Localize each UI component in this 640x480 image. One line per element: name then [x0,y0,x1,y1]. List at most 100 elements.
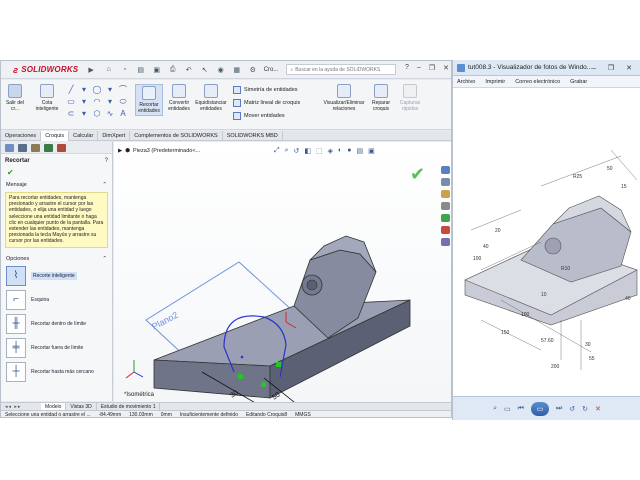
polygon-icon[interactable]: ⬡ [91,108,103,119]
pv-titlebar: tut008.3 - Visualizador de fotos de Wind… [453,60,640,76]
command-tabs: Operaciones Croquis Calcular DimXpert Co… [1,131,451,141]
delete-icon[interactable]: ✕ [595,405,601,413]
option-smart-trim[interactable]: ⌇ Recorte inteligente [1,264,112,288]
exit-sketch-button[interactable]: Salir del cr... [5,84,25,112]
print-icon[interactable]: ⎙ [168,66,178,74]
tab-navigation-icon[interactable]: ◂◂ ▸▸ [1,404,41,410]
circle-icon[interactable]: ◯ [91,84,103,95]
fillet-icon[interactable]: ⌒ [117,84,129,95]
menu-imprimir[interactable]: Imprimir [485,79,505,85]
dimxpert-icon[interactable] [44,144,53,152]
dropdown-icon[interactable]: ▾ [78,84,90,95]
offset-label: Equidistanciar entidades [195,100,227,112]
tab-calcular[interactable]: Calcular [69,131,99,141]
tab-operaciones[interactable]: Operaciones [1,131,42,141]
sketch-point-2[interactable] [276,362,281,367]
tab-croquis[interactable]: Croquis [41,131,70,141]
menu-arrow-icon[interactable]: ▶ [88,66,93,74]
photo-viewer-icon [457,63,465,72]
quick-snaps-button[interactable]: Capturas rápidas [397,84,423,112]
collapse-icon[interactable]: ⌃ [102,182,107,188]
pv-menubar: Archivo Imprimir Correo electrónico Grab… [453,76,640,88]
arc-icon[interactable]: ◠ [91,96,103,107]
zoom-icon[interactable]: ⌕ [493,405,497,413]
option-trim-closest[interactable]: ┼ Recortar hasta más cercano [1,360,112,384]
trim-entities-button[interactable]: Recortar entidades [135,84,163,116]
help-icon[interactable]: ? [405,64,409,72]
slot-icon[interactable]: ⊂ [65,108,77,119]
status-bar: Seleccione una entidad o arrastre el ...… [1,410,451,417]
menu-archivo[interactable]: Archivo [457,79,475,85]
ok-check-icon[interactable]: ✔ [1,168,112,178]
offset-entities-button[interactable]: Equidistanciar entidades [193,84,229,112]
rotate-right-icon[interactable]: ↻ [582,405,588,413]
solidworks-logo[interactable]: ƨ SOLIDWORKS [13,65,78,75]
feature-tree-icon[interactable] [5,144,14,152]
pv-title: tut008.3 - Visualizador de fotos de Wind… [468,64,593,71]
option-trim-outside[interactable]: ╪ Recortar fuera de límite [1,336,112,360]
menu-correo[interactable]: Correo electrónico [515,79,560,85]
rebuild-icon[interactable]: ◉ [216,66,226,74]
mirror-entities-button[interactable]: Simetría de entidades [233,86,298,94]
tab-complementos[interactable]: Complementos de SOLIDWORKS [130,131,223,141]
option-corner[interactable]: ⌐ Esquina [1,288,112,312]
dropdown-icon-3[interactable]: ▾ [78,96,90,107]
rotate-left-icon[interactable]: ↺ [569,405,575,413]
ellipse-icon[interactable]: ⬭ [117,96,129,107]
options-icon[interactable]: ▦ [232,66,242,74]
undo-icon[interactable]: ↶ [184,66,194,74]
status-units[interactable]: MMGS [291,412,315,417]
linear-pattern-icon [233,99,241,107]
svg-text:55: 55 [589,356,595,362]
pv-window-controls[interactable]: – ❐ ✕ [592,64,637,72]
help-search-input[interactable]: ⌕ Buscar en la ayuda de SOLIDWORKS [286,64,397,75]
smart-dimension-button[interactable]: Cota inteligente [31,84,63,112]
repair-sketch-button[interactable]: Reparar croquis [369,84,393,112]
line-icon[interactable]: ╱ [65,84,77,95]
settings-icon[interactable]: ⚙ [248,66,258,74]
property-manager-icon[interactable] [18,144,27,152]
dropdown-icon-5[interactable]: ▾ [78,108,90,119]
option-label: Recortar dentro de límite [31,320,87,327]
menu-grabar[interactable]: Grabar [570,79,587,85]
previous-icon[interactable]: ⏮ [518,405,524,413]
display-manager-icon[interactable] [57,144,66,152]
rectangle-icon[interactable]: ▭ [65,96,77,107]
linear-pattern-button[interactable]: Matriz lineal de croquis [233,99,300,107]
help-button[interactable]: ? [105,158,108,164]
next-icon[interactable]: ⏭ [556,405,562,413]
home-icon[interactable]: ⌂ [104,66,114,74]
maximize-button[interactable]: ❐ [429,64,435,72]
sketch-point[interactable] [238,374,243,379]
tab-dimxpert[interactable]: DimXpert [98,131,131,141]
dropdown-icon-2[interactable]: ▾ [104,84,116,95]
minimize-button[interactable]: – [417,64,421,72]
options-section-header[interactable]: Opciones ⌃ [1,252,112,264]
save-icon[interactable]: ▣ [152,66,162,74]
config-manager-icon[interactable] [31,144,40,152]
sketch-point-3[interactable] [261,382,266,387]
confirm-check-icon[interactable]: ✔ [410,164,425,185]
tab-mbd[interactable]: SOLIDWORKS MBD [223,131,283,141]
message-section-header[interactable]: Mensaje ⌃ [1,178,112,190]
graphics-area[interactable]: ▶ ⬢ Pieza3 (Predeterminado<... ⤢ ⌕ ↺ ◧ ⬚… [114,142,451,402]
quick-snaps-label: Capturas rápidas [399,100,421,112]
message-box: Para recortar entidades, mantenga presio… [5,192,108,248]
option-trim-inside[interactable]: ╫ Recortar dentro de límite [1,312,112,336]
slideshow-button[interactable]: ▭ [530,401,549,416]
open-icon[interactable]: ▤ [136,66,146,74]
close-button[interactable]: ✕ [443,64,449,72]
collapse-icon-2[interactable]: ⌃ [102,256,107,262]
display-delete-relations-button[interactable]: Visualizar/Eliminar relaciones [319,84,369,112]
convert-entities-button[interactable]: Convertir entidades [165,84,193,112]
window-controls: ? – ❐ ✕ [405,64,449,72]
actual-size-icon[interactable]: ▭ [504,405,511,413]
spline-icon[interactable]: ∿ [104,108,116,119]
select-icon[interactable]: ↖ [200,66,210,74]
option-label: Esquina [31,296,50,303]
move-entities-button[interactable]: Mover entidades [233,112,285,120]
text-icon[interactable]: A [117,108,129,119]
relations-label: Visualizar/Eliminar relaciones [323,100,365,112]
dropdown-icon-4[interactable]: ▾ [104,96,116,107]
new-icon[interactable]: ▫ [120,66,130,74]
